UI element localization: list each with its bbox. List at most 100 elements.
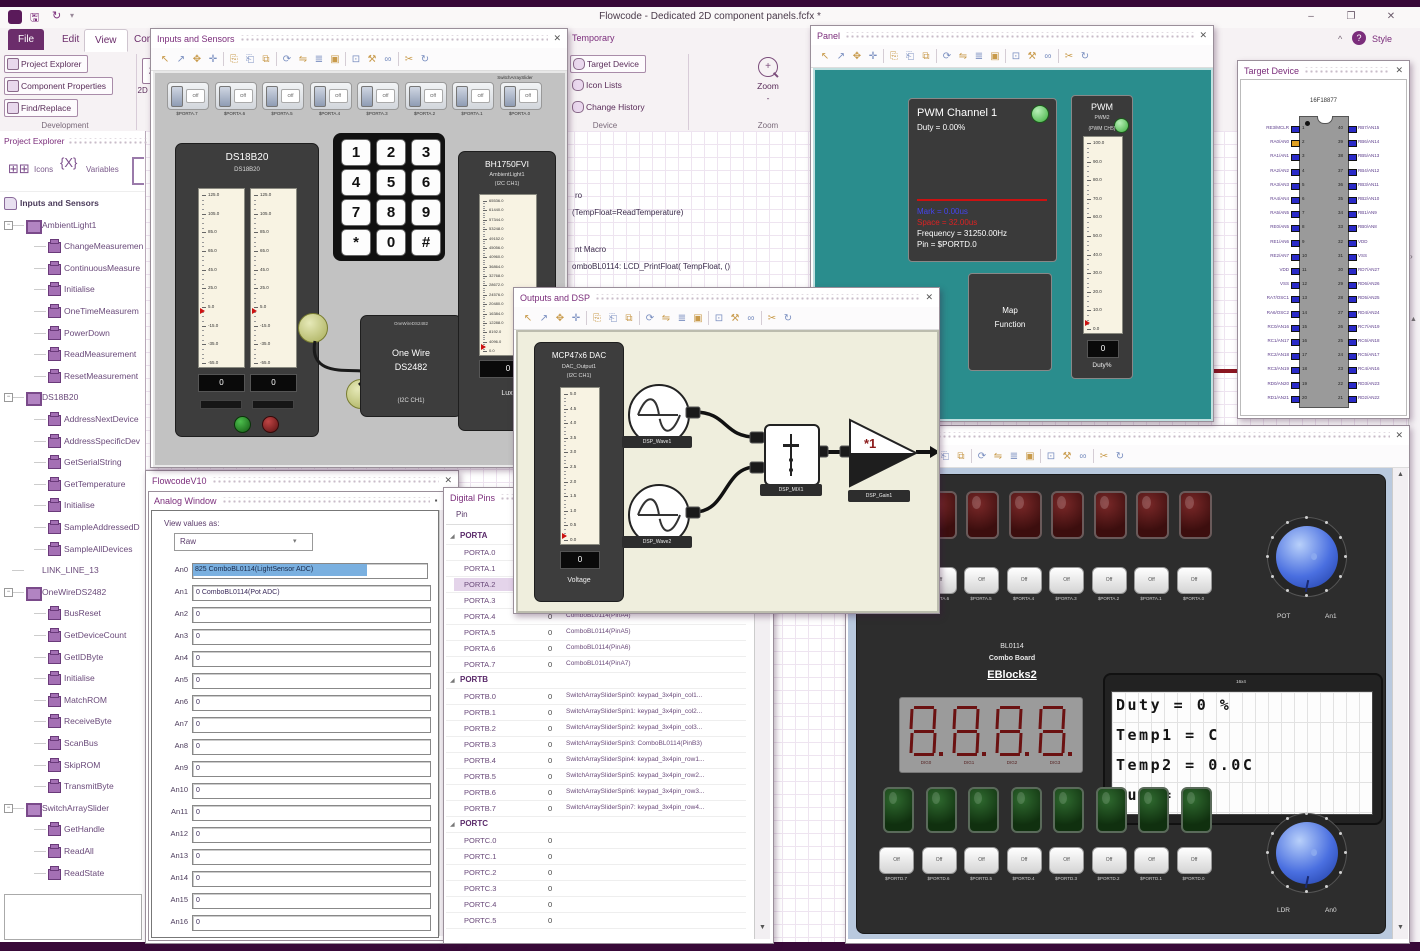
duplicate-icon[interactable]: ⧉ bbox=[260, 53, 272, 66]
cursor-add-icon[interactable]: ↗ bbox=[538, 312, 550, 325]
component-icon[interactable]: ⊡ bbox=[1010, 50, 1022, 63]
ribbon-toggle-target-device[interactable]: Target Device bbox=[570, 55, 646, 73]
switch-lever[interactable] bbox=[408, 86, 421, 107]
tree-item-initialise[interactable]: Initialise bbox=[0, 279, 145, 299]
pin-row-portb-7[interactable]: PORTB.7 0 SwitchArraySliderSpin7: keypad_3… bbox=[446, 802, 769, 817]
board-window-scrollbar[interactable]: ▲ ▼ bbox=[1392, 468, 1408, 939]
chip-pin-right[interactable] bbox=[1348, 154, 1357, 162]
wrench-icon[interactable]: ⚒ bbox=[729, 312, 741, 325]
variables-icon[interactable]: {X} bbox=[60, 155, 77, 170]
wrench-icon[interactable]: ⚒ bbox=[366, 53, 378, 66]
pin-row-portc-0[interactable]: PORTC.0 0 bbox=[446, 834, 769, 849]
analog-window-minimize-button[interactable]: ▪ bbox=[435, 496, 438, 505]
pin-row-portb-0[interactable]: PORTB.0 0 SwitchArraySliderSpin0: keypad_3… bbox=[446, 690, 769, 705]
bh1750-slider-marker[interactable] bbox=[481, 343, 486, 350]
tree-item-initialise[interactable]: Initialise bbox=[0, 668, 145, 688]
expander-icon[interactable]: − bbox=[4, 587, 13, 597]
chip-pin-left[interactable] bbox=[1291, 253, 1300, 261]
inputs-and-sensors-window-titlebar[interactable]: Inputs and Sensors ✕ bbox=[151, 29, 567, 48]
switch-button-bottom[interactable]: Off bbox=[1091, 847, 1127, 874]
tree-item-busreset[interactable]: BusReset bbox=[0, 603, 145, 623]
chip-pin-right[interactable] bbox=[1348, 268, 1357, 275]
keypad-key-7[interactable]: 7 bbox=[341, 199, 371, 226]
pin-row-portb[interactable]: ◢ PORTB bbox=[446, 674, 769, 689]
input-switch[interactable]: Off bbox=[452, 82, 494, 110]
panel-window-titlebar[interactable]: Panel ✕ bbox=[811, 26, 1213, 45]
chip-pin-left[interactable] bbox=[1291, 353, 1300, 361]
chip-pin-right[interactable] bbox=[1348, 197, 1357, 204]
expander-icon[interactable]: − bbox=[4, 803, 13, 813]
cursor-icon[interactable]: ↖ bbox=[819, 50, 831, 63]
chip-pin-left[interactable] bbox=[1291, 126, 1300, 133]
input-switch[interactable]: Off bbox=[404, 82, 447, 110]
copy-icon[interactable]: ⎘ bbox=[228, 53, 240, 66]
switch-lever[interactable] bbox=[361, 86, 373, 107]
paste-icon[interactable]: ⎗ bbox=[904, 50, 916, 63]
ribbon-toggle-icon-lists[interactable]: Icon Lists bbox=[570, 77, 628, 93]
tree-item-onetimemeasurem[interactable]: OneTimeMeasurem bbox=[0, 301, 145, 321]
switch-lever[interactable] bbox=[456, 86, 468, 107]
keypad-key-4[interactable]: 4 bbox=[341, 169, 371, 196]
pin-row-portc-4[interactable]: PORTC.4 0 bbox=[446, 898, 769, 913]
switch-lever[interactable] bbox=[266, 86, 278, 107]
pin-row-portb-1[interactable]: PORTB.1 0 SwitchArraySliderSpin1: keypad_3… bbox=[446, 706, 769, 721]
chip-pin-right[interactable] bbox=[1348, 310, 1357, 318]
tree-item-ds18b20[interactable]: − DS18B20 bbox=[0, 387, 145, 407]
input-switch[interactable]: Off bbox=[262, 82, 304, 110]
pwm-duty-slider-marker[interactable] bbox=[1085, 320, 1090, 327]
group-icon[interactable]: ▣ bbox=[692, 312, 704, 325]
analog-row-input-an5[interactable]: 0 bbox=[192, 673, 431, 689]
switch-button-bottom[interactable]: Off bbox=[921, 847, 957, 874]
component-icon[interactable]: ⊡ bbox=[713, 312, 725, 325]
rotate-icon[interactable]: ⟳ bbox=[644, 312, 656, 325]
pin-row-portc-5[interactable]: PORTC.5 0 bbox=[446, 914, 769, 929]
analog-row-input-an9[interactable]: 0 bbox=[192, 761, 431, 777]
group-icon[interactable]: ▣ bbox=[1024, 450, 1036, 463]
tree-item-sampleaddressedd[interactable]: SampleAddressedD bbox=[0, 517, 145, 537]
switch-button-bottom[interactable]: Off bbox=[1006, 847, 1042, 874]
copy-icon[interactable]: ⎘ bbox=[591, 312, 603, 325]
tree-item-scanbus[interactable]: ScanBus bbox=[0, 733, 145, 753]
close-button[interactable]: ✕ bbox=[1380, 11, 1402, 22]
keypad-key-6[interactable]: 6 bbox=[411, 169, 441, 196]
link-icon[interactable]: ∞ bbox=[1042, 50, 1054, 63]
paste-icon[interactable]: ⎗ bbox=[244, 53, 256, 66]
tree-item-skiprom[interactable]: SkipROM bbox=[0, 755, 145, 775]
delete-icon[interactable]: ✂ bbox=[403, 53, 415, 66]
pot-knob[interactable] bbox=[1266, 516, 1347, 597]
cursor-icon[interactable]: ↖ bbox=[522, 312, 534, 325]
chip-pin-right[interactable] bbox=[1348, 353, 1357, 361]
pin-row-portb-3[interactable]: PORTB.3 0 SwitchArraySliderSpin3: ComboBL0… bbox=[446, 738, 769, 753]
ribbon-toggle-change-history[interactable]: Change History bbox=[570, 99, 651, 115]
target-device-panel-titlebar[interactable]: Target Device ✕ bbox=[1238, 61, 1409, 80]
switch-lever[interactable] bbox=[503, 86, 516, 107]
switch-button-top[interactable]: Off bbox=[1049, 567, 1084, 594]
keypad-key-9[interactable]: 9 bbox=[411, 199, 441, 226]
input-switch[interactable]: Off bbox=[167, 82, 209, 110]
mirror-icon[interactable]: ⇋ bbox=[297, 53, 309, 66]
chip-pin-left[interactable] bbox=[1291, 268, 1300, 275]
keypad-key-1[interactable]: 1 bbox=[341, 139, 371, 166]
tree-item-readstate[interactable]: ReadState bbox=[0, 863, 145, 883]
cursor-icon[interactable]: ↖ bbox=[159, 53, 171, 66]
chip-pin-left[interactable] bbox=[1291, 339, 1300, 346]
tree-item-gethandle[interactable]: GetHandle bbox=[0, 819, 145, 839]
wrench-icon[interactable]: ⚒ bbox=[1026, 50, 1038, 63]
keypad-key-5[interactable]: 5 bbox=[376, 169, 406, 196]
pin-row-portc-1[interactable]: PORTC.1 0 bbox=[446, 850, 769, 865]
analog-row-input-an0[interactable]: 825 ComboBL0114(LightSensor ADC) bbox=[192, 563, 428, 579]
scroll-up-icon[interactable]: ▲ bbox=[1397, 471, 1404, 478]
analog-row-input-an14[interactable]: 0 bbox=[192, 871, 431, 887]
ribbon-button-find-replace[interactable]: Find/Replace bbox=[4, 99, 79, 117]
duplicate-icon[interactable]: ⧉ bbox=[955, 450, 967, 463]
restore-button[interactable]: ❐ bbox=[1340, 11, 1362, 22]
switch-lever[interactable] bbox=[171, 86, 183, 107]
zoom-button[interactable]: + Zoom - bbox=[740, 55, 796, 117]
switch-button-bottom[interactable]: Off bbox=[1049, 847, 1084, 874]
wrench-icon[interactable]: ⚒ bbox=[1061, 450, 1073, 463]
outputs-and-dsp-window-close-icon[interactable]: ✕ bbox=[925, 292, 933, 303]
keypad-key-8[interactable]: 8 bbox=[376, 199, 406, 226]
switch-button-top[interactable]: Off bbox=[1006, 567, 1042, 594]
project-explorer-titlebar[interactable]: Project Explorer bbox=[0, 133, 153, 149]
expander-icon[interactable]: − bbox=[4, 220, 13, 230]
